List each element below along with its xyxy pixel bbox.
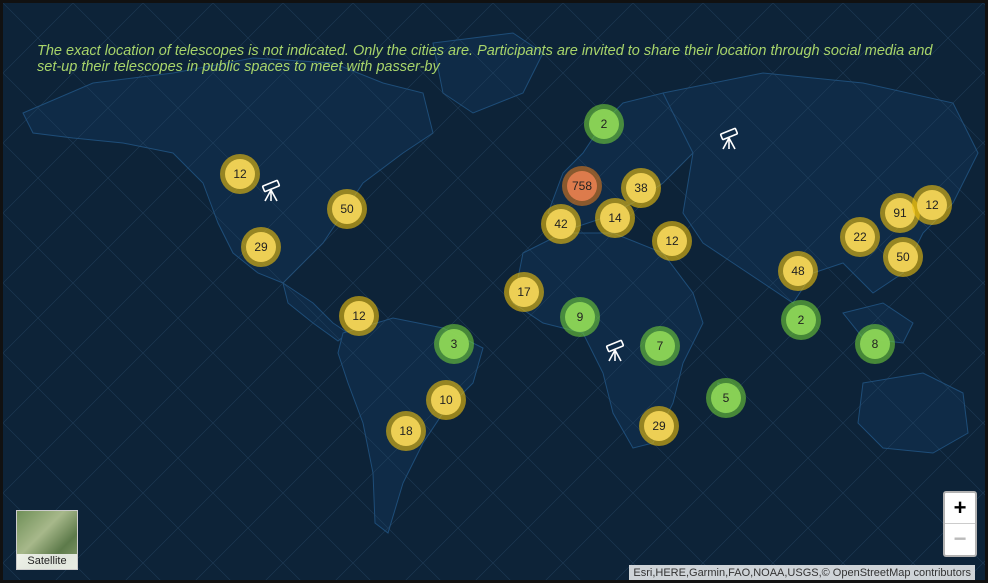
cluster-count: 50: [888, 242, 918, 272]
cluster-count: 12: [657, 226, 687, 256]
map-view[interactable]: The exact location of telescopes is not …: [0, 0, 988, 583]
zoom-control: + −: [943, 491, 977, 557]
cluster-marker[interactable]: 12: [220, 154, 260, 194]
cluster-count: 22: [845, 222, 875, 252]
cluster-marker[interactable]: 9: [560, 297, 600, 337]
cluster-marker[interactable]: 17: [504, 272, 544, 312]
cluster-count: 7: [645, 331, 675, 361]
cluster-count: 8: [860, 329, 890, 359]
cluster-count: 3: [439, 329, 469, 359]
attribution: Esri,HERE,Garmin,FAO,NOAA,USGS,© OpenStr…: [629, 565, 975, 580]
cluster-count: 2: [589, 109, 619, 139]
telescope-icon[interactable]: [715, 127, 745, 153]
zoom-in-button[interactable]: +: [945, 493, 975, 524]
cluster-marker[interactable]: 42: [541, 204, 581, 244]
cluster-count: 48: [783, 256, 813, 286]
satellite-toggle[interactable]: Satellite: [16, 510, 78, 570]
satellite-label: Satellite: [17, 554, 77, 569]
cluster-marker[interactable]: 3: [434, 324, 474, 364]
cluster-marker[interactable]: 48: [778, 251, 818, 291]
cluster-marker[interactable]: 29: [241, 227, 281, 267]
cluster-count: 5: [711, 383, 741, 413]
cluster-marker[interactable]: 2: [584, 104, 624, 144]
cluster-count: 2: [786, 305, 816, 335]
cluster-count: 17: [509, 277, 539, 307]
cluster-marker[interactable]: 18: [386, 411, 426, 451]
cluster-count: 12: [225, 159, 255, 189]
cluster-marker[interactable]: 10: [426, 380, 466, 420]
telescope-icon[interactable]: [257, 179, 287, 205]
cluster-marker[interactable]: 7: [640, 326, 680, 366]
cluster-count: 18: [391, 416, 421, 446]
cluster-count: 50: [332, 194, 362, 224]
cluster-count: 38: [626, 173, 656, 203]
map-notice: The exact location of telescopes is not …: [37, 43, 933, 75]
zoom-out-button[interactable]: −: [945, 524, 975, 554]
basemap: [3, 3, 985, 580]
cluster-marker[interactable]: 14: [595, 198, 635, 238]
cluster-count: 91: [885, 198, 915, 228]
cluster-count: 29: [246, 232, 276, 262]
cluster-count: 758: [567, 171, 597, 201]
cluster-marker[interactable]: 12: [912, 185, 952, 225]
cluster-count: 9: [565, 302, 595, 332]
cluster-count: 12: [917, 190, 947, 220]
cluster-marker[interactable]: 12: [652, 221, 692, 261]
cluster-count: 12: [344, 301, 374, 331]
cluster-count: 14: [600, 203, 630, 233]
cluster-count: 29: [644, 411, 674, 441]
cluster-marker[interactable]: 2: [781, 300, 821, 340]
cluster-count: 10: [431, 385, 461, 415]
cluster-marker[interactable]: 758: [562, 166, 602, 206]
cluster-marker[interactable]: 50: [327, 189, 367, 229]
cluster-count: 42: [546, 209, 576, 239]
cluster-marker[interactable]: 22: [840, 217, 880, 257]
telescope-icon[interactable]: [601, 339, 631, 365]
cluster-marker[interactable]: 12: [339, 296, 379, 336]
cluster-marker[interactable]: 29: [639, 406, 679, 446]
cluster-marker[interactable]: 5: [706, 378, 746, 418]
cluster-marker[interactable]: 8: [855, 324, 895, 364]
cluster-marker[interactable]: 50: [883, 237, 923, 277]
